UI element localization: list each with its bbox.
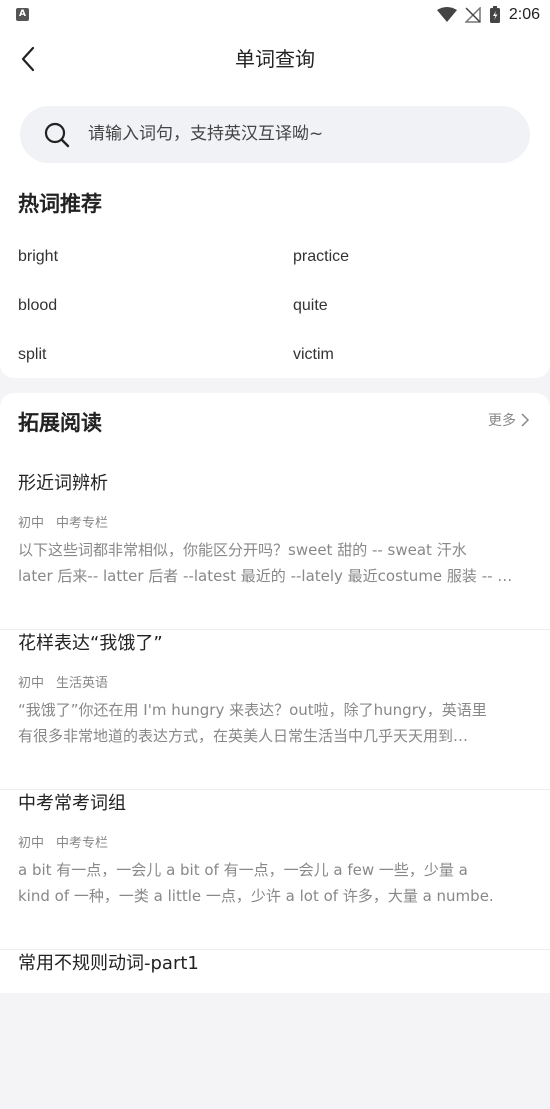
article-tag: 中考专栏 bbox=[56, 836, 109, 851]
article-summary-line: kind of 一种，一类 a little 一点，少许 a lot of 许多… bbox=[18, 887, 494, 905]
search-placeholder: 请输入词句，支持英汉互译呦~ bbox=[88, 124, 324, 144]
article-summary: 以下这些词都非常相似，你能区分开吗？sweet 甜的 -- sweat 汗水 l… bbox=[18, 537, 532, 589]
more-label: 更多 bbox=[488, 413, 516, 429]
article-title: 中考常考词组 bbox=[18, 793, 126, 814]
article-title: 花样表达“我饿了” bbox=[18, 633, 163, 654]
status-bar: A 2:06 bbox=[0, 0, 550, 30]
app-bar: 单词查询 bbox=[0, 30, 550, 88]
article-title: 常用不规则动词-part1 bbox=[18, 953, 199, 974]
search-input[interactable]: 请输入词句，支持英汉互译呦~ bbox=[20, 106, 530, 163]
article-summary-line: 以下这些词都非常相似，你能区分开吗？sweet 甜的 -- sweat 汗水 bbox=[18, 541, 467, 559]
reading-title: 拓展阅读 bbox=[18, 411, 102, 435]
hot-word-item[interactable]: quite bbox=[293, 297, 328, 315]
chevron-right-icon bbox=[521, 413, 530, 427]
clock: 2:06 bbox=[508, 6, 540, 23]
article-item[interactable]: 中考常考词组 初中 中考专栏 a bit 有一点，一会儿 a bit of 有一… bbox=[0, 789, 550, 950]
article-tag: 初中 bbox=[18, 836, 45, 851]
article-tags: 初中 生活英语 bbox=[18, 672, 108, 691]
hot-word-item[interactable]: blood bbox=[18, 297, 57, 315]
reading-card: 拓展阅读 更多 形近词辨析 初中 中考专栏 以下这些词都非常相似，你能区分开吗？… bbox=[0, 393, 550, 993]
wifi-icon bbox=[436, 7, 457, 22]
app-notification-icon: A bbox=[16, 8, 29, 21]
article-summary-line: a bit 有一点，一会儿 a bit of 有一点，一会儿 a few 一些，… bbox=[18, 861, 468, 879]
article-tag: 中考专栏 bbox=[56, 516, 109, 531]
hot-word-item[interactable]: split bbox=[18, 346, 46, 364]
article-tag: 生活英语 bbox=[56, 676, 109, 691]
no-signal-icon bbox=[464, 7, 481, 23]
article-summary-line: “我饿了”你还在用 I'm hungry 来表达？out啦，除了hungry，英… bbox=[18, 701, 487, 719]
page-title: 单词查询 bbox=[235, 47, 315, 71]
hot-word-item[interactable]: practice bbox=[293, 248, 349, 266]
search-card: 请输入词句，支持英汉互译呦~ 热词推荐 bright practice bloo… bbox=[0, 88, 550, 378]
article-tag: 初中 bbox=[18, 676, 45, 691]
search-icon bbox=[44, 122, 70, 148]
article-tags: 初中 中考专栏 bbox=[18, 512, 108, 531]
article-title: 形近词辨析 bbox=[18, 473, 108, 494]
article-tag: 初中 bbox=[18, 516, 45, 531]
article-summary: a bit 有一点，一会儿 a bit of 有一点，一会儿 a few 一些，… bbox=[18, 857, 532, 909]
article-summary-line: 有很多非常地道的表达方式，在英美人日常生活当中几乎天天用到… bbox=[18, 727, 469, 745]
article-summary-line: later 后来-- latter 后者 --latest 最近的 --late… bbox=[18, 567, 513, 585]
article-item[interactable]: 花样表达“我饿了” 初中 生活英语 “我饿了”你还在用 I'm hungry 来… bbox=[0, 629, 550, 790]
more-button[interactable]: 更多 bbox=[488, 410, 530, 430]
status-icons: 2:06 bbox=[436, 5, 540, 25]
battery-icon bbox=[489, 6, 500, 23]
article-summary: “我饿了”你还在用 I'm hungry 来表达？out啦，除了hungry，英… bbox=[18, 697, 532, 749]
article-item[interactable]: 形近词辨析 初中 中考专栏 以下这些词都非常相似，你能区分开吗？sweet 甜的… bbox=[0, 469, 550, 630]
article-item[interactable]: 常用不规则动词-part1 bbox=[0, 949, 550, 1109]
hot-word-item[interactable]: bright bbox=[18, 248, 58, 266]
article-tags: 初中 中考专栏 bbox=[18, 832, 108, 851]
hot-words-title: 热词推荐 bbox=[18, 192, 102, 216]
hot-word-item[interactable]: victim bbox=[293, 346, 334, 364]
